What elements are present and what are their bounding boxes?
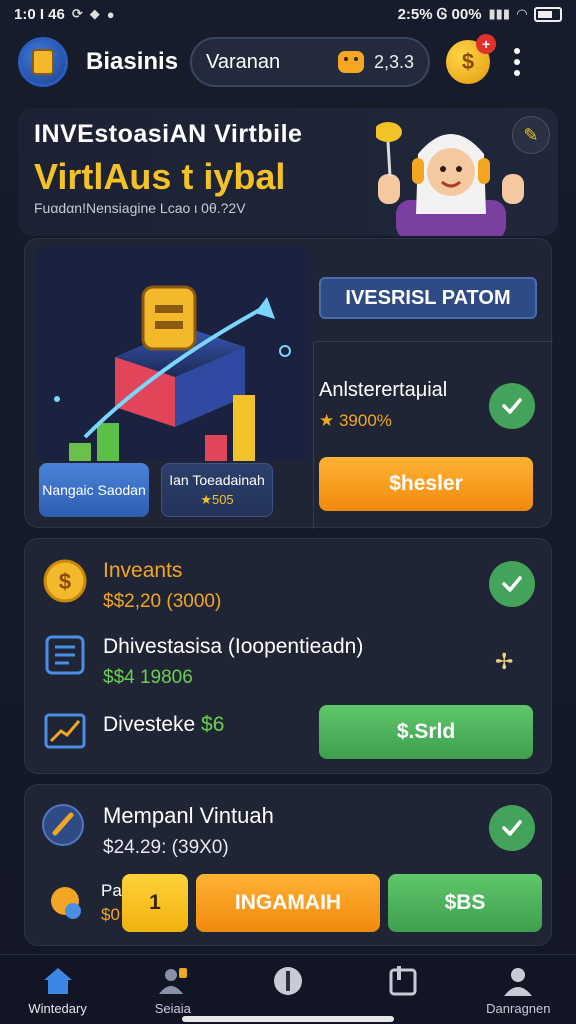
coin-button[interactable]: $ + [446, 34, 497, 84]
tab-documents[interactable] [353, 965, 453, 1001]
wifi-icon: ◠ [517, 6, 527, 21]
tab-social[interactable]: Seiaia [123, 965, 223, 1016]
shield-icon: ◆ [89, 6, 100, 21]
sparkle-icon: ✢ [495, 649, 514, 674]
checkmark-icon[interactable] [489, 561, 535, 607]
row-title-inveants: Inveants [103, 559, 183, 582]
battery-icon [534, 6, 562, 22]
tab-label: Wintedary [28, 1001, 87, 1016]
growth-chart-illustration [35, 247, 311, 461]
chip-rating: ★505 [200, 492, 234, 507]
row-value-inveants: $$2,20 (3000) [103, 591, 222, 612]
card1-action-button[interactable]: $hesler [319, 457, 533, 511]
search-value: 2,3.3 [374, 51, 415, 72]
home-indicator[interactable] [182, 1016, 394, 1022]
hero-banner: INVEstoasiAN Virtbile VirtlAus t iybal F… [18, 108, 558, 236]
notification-badge: + [476, 34, 497, 54]
search-bar[interactable]: Varanan 2,3.3 [190, 37, 431, 87]
tab-info[interactable] [238, 965, 338, 1001]
status-bar: 1:0 Ɩ 46 ⟳ ◆ ● 2:5% Ꮆ 00% ▮▮▮ ◠ [0, 0, 576, 28]
top-app-bar: Biasinis Varanan 2,3.3 $ + [0, 28, 576, 96]
card1-rating: ★ 3900% [319, 411, 392, 430]
card3-title: Mempanl Vintuah [103, 803, 274, 828]
tab-home[interactable]: Wintedary [8, 965, 108, 1016]
hero-title: INVEstoasiAN Virtbile [34, 120, 303, 148]
document-icon [386, 965, 420, 997]
tab-label: Danragnen [486, 1001, 551, 1016]
signal-icon: ▮▮▮ [488, 6, 510, 21]
line-chart-icon [44, 713, 86, 749]
partial-value: $0 [101, 905, 120, 924]
circle-info-icon [271, 965, 305, 997]
checkmark-icon[interactable] [489, 805, 535, 851]
hero-subtitle: Fuαdαn!Nensiagine Lcao ι 0θ.?2V [34, 200, 246, 216]
row-value-dhivestasisa: $$4 19806 [103, 667, 193, 688]
card3-value: $24.29: (39X0) [103, 837, 229, 858]
investment-platform-button[interactable]: IVESRISL PATOM [319, 277, 537, 319]
status-right-text: 2:5% Ꮆ 00% [397, 5, 482, 23]
card3-green-button[interactable]: $BS [388, 874, 542, 932]
category-chip-toeadainah[interactable]: Ian Toeadainah ★505 [161, 463, 273, 517]
profile-icon [501, 965, 535, 997]
card1-title: Anlsterertaμial [319, 379, 448, 401]
user-group-icon [156, 965, 190, 997]
more-menu-icon[interactable] [512, 48, 522, 76]
coin-icon: $ [461, 49, 475, 74]
svg-text:$: $ [59, 569, 71, 594]
tab-label: Seiaia [154, 1001, 191, 1016]
search-label: Varanan [206, 50, 281, 73]
investments-card: $ Inveants $$2,20 (3000) Dhivestasisa (I… [24, 538, 552, 774]
home-icon [41, 965, 75, 997]
bottom-tab-bar: Wintedary Seiaia Danragnen [0, 954, 576, 1024]
smile-icon [338, 51, 364, 73]
chip-label: Nangaic Saodan [42, 482, 146, 498]
dollar-coin-icon: $ [43, 559, 87, 603]
divider [315, 341, 553, 342]
tab-profile[interactable]: Danragnen [468, 965, 568, 1016]
location-icon: ● [106, 6, 115, 22]
hero-title-secondary: VirtlAus t iybal [34, 156, 286, 197]
status-time: 1:0 Ɩ 46 [14, 5, 65, 23]
card2-action-button[interactable]: $.Srld [319, 705, 533, 759]
app-title: Biasinis [86, 48, 179, 75]
category-chip-saodan[interactable]: Nangaic Saodan [39, 463, 149, 517]
investment-platform-card: Nangaic Saodan Ian Toeadainah ★505 IVESR… [24, 238, 553, 529]
divider [313, 341, 314, 529]
card3-orange-button[interactable]: INGAMAIH [196, 874, 380, 932]
row-title-divesteke: Divesteke $6 [103, 713, 225, 736]
pencil-badge-icon [42, 804, 84, 846]
chip-label: Ian Toeadainah [169, 472, 265, 488]
row-title-dhivestasisa: Dhivestasisa (Ioopentieadn) [103, 635, 364, 658]
mascot-illustration [376, 122, 524, 236]
sync-icon: ⟳ [71, 6, 83, 21]
document-list-icon [45, 635, 85, 675]
partial-label: Pa [101, 881, 122, 900]
app-logo-icon[interactable] [18, 37, 68, 87]
gear-bulb-icon [51, 887, 81, 919]
magic-wand-icon[interactable]: ✎ [512, 116, 550, 154]
checkmark-icon[interactable] [489, 383, 535, 429]
row-value-divesteke: $6 [201, 713, 225, 736]
quantity-button[interactable]: 1 [122, 874, 188, 932]
